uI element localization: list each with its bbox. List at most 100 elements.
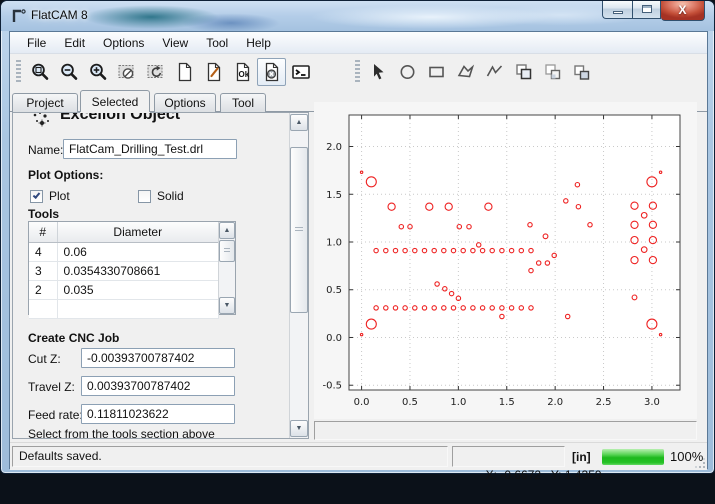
tools-label: Tools — [28, 207, 59, 221]
maximize-icon — [642, 5, 652, 13]
panel-scroll-down-button[interactable]: ▼ — [290, 420, 308, 437]
plot-canvas[interactable]: 0.00.51.01.52.02.53.0-0.50.00.51.01.52.0 — [314, 102, 697, 419]
travelz-input[interactable] — [81, 376, 235, 396]
draw-polyline-button[interactable] — [480, 58, 509, 86]
menubar: File Edit Options View Tool Help — [10, 32, 707, 54]
window-title: FlatCAM 8 — [31, 1, 88, 30]
solid-checkbox-label: Solid — [157, 189, 184, 203]
draw-circle-button[interactable] — [393, 58, 422, 86]
travelz-label: Travel Z: — [28, 380, 75, 394]
ok-file-icon: Ok — [233, 62, 253, 82]
titlebar[interactable]: FlatCAM 8 X — [1, 1, 714, 31]
tool-number: 4 — [29, 242, 57, 261]
table-row[interactable]: 3 0.0354330708661 — [29, 261, 219, 280]
circle-icon — [398, 62, 418, 82]
resize-grip[interactable] — [694, 457, 706, 469]
tab-tool[interactable]: Tool — [220, 93, 266, 112]
y-tick-label: 0.0 — [326, 333, 342, 344]
panel-scroll-thumb[interactable] — [290, 147, 308, 313]
tools-table-frame: # Diameter 4 0.06 3 0.035433070866 — [28, 221, 236, 315]
y-tick-label: -0.5 — [322, 381, 342, 392]
cursor-position-box: X: -0.6672 Y: 1.4359 — [452, 446, 565, 467]
zoom-fit-button[interactable] — [25, 58, 54, 86]
col-diameter-header[interactable]: Diameter — [57, 222, 219, 242]
menu-help[interactable]: Help — [237, 33, 280, 53]
clear-plot-button[interactable] — [112, 58, 141, 86]
solid-checkbox[interactable]: Solid — [138, 189, 184, 203]
menu-file[interactable]: File — [18, 33, 55, 53]
close-icon: X — [678, 3, 686, 17]
edit-file-icon — [204, 62, 224, 82]
y-tick-label: 0.5 — [326, 285, 342, 296]
status-message: Defaults saved. — [19, 449, 102, 463]
cutz-input[interactable] — [81, 348, 235, 368]
x-tick-label: 3.0 — [644, 397, 660, 408]
app-icon — [11, 8, 27, 24]
duplicate-icon — [572, 62, 592, 82]
close-button[interactable]: X — [661, 1, 705, 21]
tab-options[interactable]: Options — [154, 93, 216, 112]
copy-objects-button[interactable] — [509, 58, 538, 86]
scroll-up-button[interactable]: ▲ — [219, 222, 235, 239]
plot-checkbox-label: Plot — [49, 189, 70, 203]
duplicate-objects-button[interactable] — [567, 58, 596, 86]
select-tool-button[interactable] — [364, 58, 393, 86]
minimize-button[interactable] — [602, 1, 632, 19]
replot-button[interactable] — [141, 58, 170, 86]
table-row[interactable]: 2 0.035 — [29, 280, 219, 299]
feedrate-input[interactable] — [81, 404, 235, 424]
panel-title: Excellon Object — [60, 113, 180, 124]
zoom-out-icon — [59, 62, 79, 82]
panel-scrollbar[interactable]: ▲ ▼ — [289, 113, 308, 438]
col-number-header[interactable]: # — [29, 222, 57, 242]
scroll-thumb[interactable] — [219, 240, 235, 262]
tab-selected[interactable]: Selected — [80, 90, 150, 112]
menu-options[interactable]: Options — [94, 33, 153, 53]
client-area: File Edit Options View Tool Help — [9, 31, 708, 469]
open-project-button[interactable] — [199, 58, 228, 86]
x-tick-label: 2.0 — [547, 397, 563, 408]
save-project-button[interactable]: Ok — [228, 58, 257, 86]
table-scrollbar[interactable]: ▲ ▼ — [218, 222, 235, 314]
object-name-input[interactable] — [63, 139, 237, 159]
tools-hint-label: Select from the tools section above — [28, 427, 215, 438]
scroll-down-button[interactable]: ▼ — [219, 297, 235, 314]
zoom-fit-icon — [30, 62, 50, 82]
zoom-in-icon — [88, 62, 108, 82]
app-window: FlatCAM 8 X File Edit Options View Tool … — [0, 0, 715, 474]
shell-icon — [291, 62, 311, 82]
checkbox-box — [30, 190, 43, 203]
new-project-button[interactable] — [170, 58, 199, 86]
plot-options-label: Plot Options: — [28, 168, 103, 182]
maximize-button[interactable] — [632, 1, 661, 19]
shell-button[interactable] — [286, 58, 315, 86]
table-row[interactable]: 4 0.06 — [29, 242, 219, 261]
tool-diameter: 0.0354330708661 — [57, 261, 219, 280]
y-tick-label: 1.5 — [326, 190, 342, 201]
delete-object-button[interactable] — [257, 58, 286, 86]
menu-tool[interactable]: Tool — [197, 33, 237, 53]
tool-number: 3 — [29, 261, 57, 280]
zoom-in-button[interactable] — [83, 58, 112, 86]
toolbar-grip-2[interactable] — [355, 60, 360, 84]
menu-edit[interactable]: Edit — [55, 33, 94, 53]
plot-checkbox[interactable]: Plot — [30, 189, 70, 203]
menu-view[interactable]: View — [153, 33, 197, 53]
x-tick-label: 1.5 — [499, 397, 515, 408]
units-label: [in] — [572, 450, 591, 464]
copy-icon — [514, 62, 534, 82]
toolbar-file-group: Ok — [25, 58, 315, 86]
draw-polygon-button[interactable] — [451, 58, 480, 86]
panel-scroll-up-button[interactable]: ▲ — [290, 114, 308, 131]
draw-rectangle-button[interactable] — [422, 58, 451, 86]
tab-project[interactable]: Project — [12, 93, 78, 112]
new-file-icon — [175, 62, 195, 82]
x-tick-label: 1.0 — [450, 397, 466, 408]
move-icon — [543, 62, 563, 82]
table-row-partial — [29, 299, 219, 318]
progress-fill — [602, 449, 664, 465]
zoom-out-button[interactable] — [54, 58, 83, 86]
toolbar-grip[interactable] — [16, 60, 21, 84]
statusbar: Defaults saved. X: -0.6672 Y: 1.4359 [in… — [10, 442, 707, 470]
move-objects-button[interactable] — [538, 58, 567, 86]
